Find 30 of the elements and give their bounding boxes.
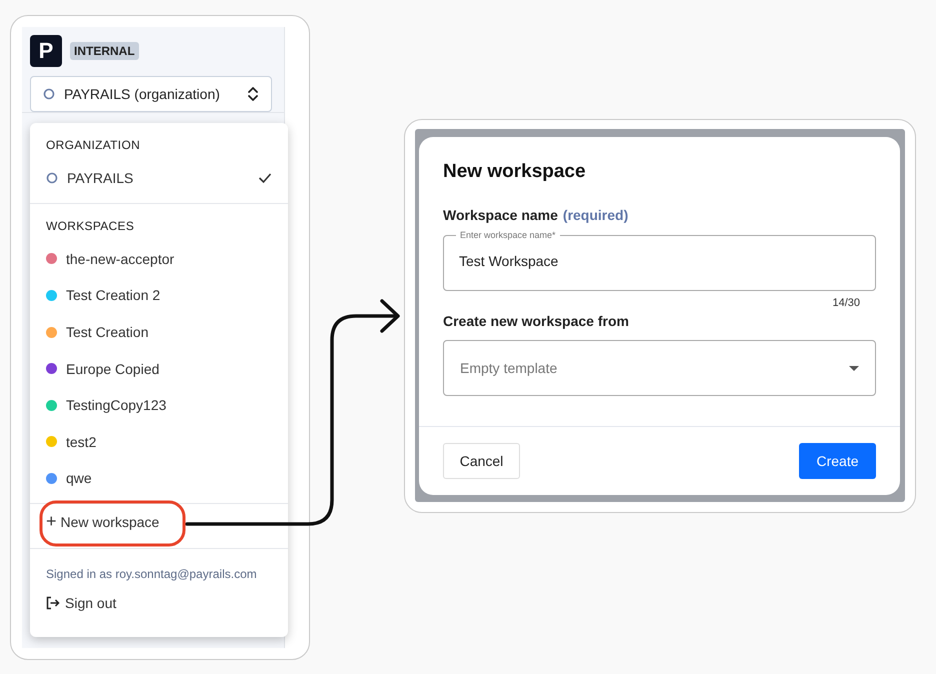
ring-icon [46,172,58,184]
cancel-button[interactable]: Cancel [443,443,520,479]
menu-item[interactable]: Test Creation 2 [30,277,288,314]
menu-item[interactable]: PAYRAILS [30,160,288,197]
dialog-title: New workspace [443,161,587,183]
menu-item[interactable]: the-new-acceptor [30,240,288,278]
new-workspace-button[interactable]: + New workspace [42,504,164,540]
field-label: Create new workspace from [443,313,630,329]
menu-item[interactable]: TestingCopy123 [30,386,288,424]
menu-item[interactable]: Europe Copied [30,350,288,387]
menu-item[interactable]: test2 [30,424,288,460]
signed-in-text: Signed in as roy.sonntag@payrails.com [46,566,258,581]
environment-badge: INTERNAL [70,42,139,60]
menu-item[interactable]: qwe [30,460,288,497]
sign-out-button[interactable]: Sign out [46,594,116,611]
template-dropdown[interactable]: Empty template [443,340,876,396]
sign-out-icon [46,596,60,610]
chevron-up-down-icon [247,86,259,102]
ring-icon [43,88,55,100]
character-counter: 14/30 [831,296,861,309]
logo: P [30,35,62,67]
create-button[interactable]: Create [799,443,876,479]
section-heading: WORKSPACES [45,218,136,235]
checkmark-icon [258,172,272,184]
field-label: Workspace name [443,207,558,223]
section-heading: ORGANIZATION [45,137,142,154]
menu-item[interactable]: Test Creation [30,314,288,350]
caret-icon [849,366,859,370]
required-note: (required) [562,207,628,223]
organization-selector[interactable]: PAYRAILS (organization) [30,76,272,112]
